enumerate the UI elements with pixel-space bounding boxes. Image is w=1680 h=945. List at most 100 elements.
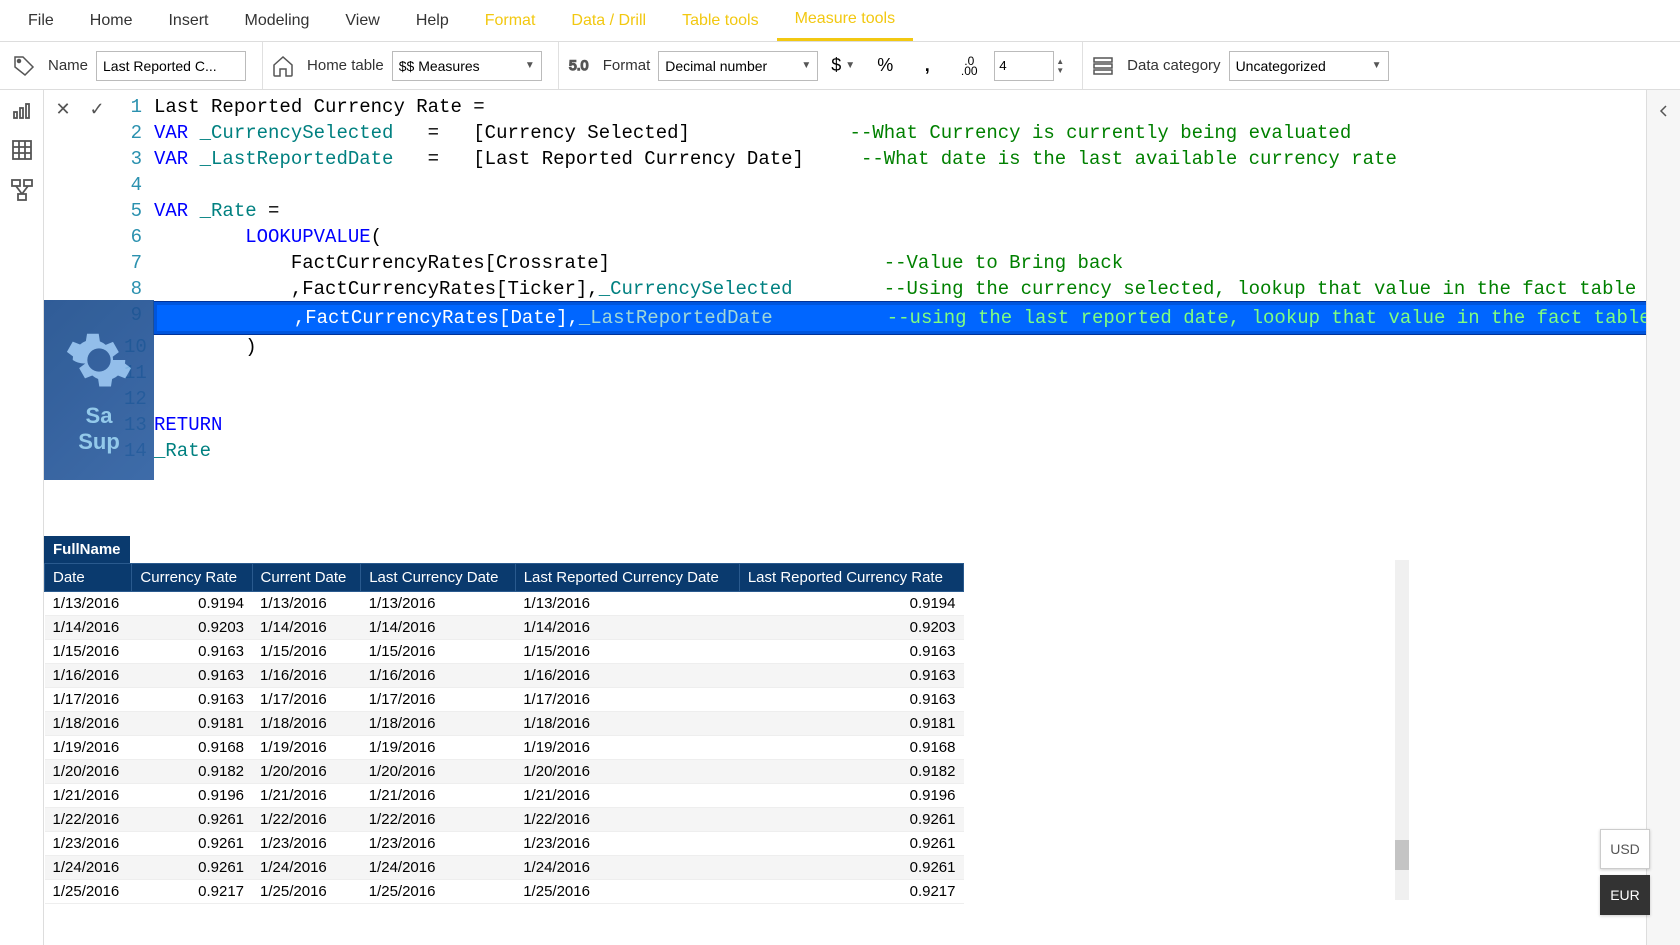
table-cell: 1/16/2016	[515, 664, 739, 688]
code-line[interactable]: 13RETURN	[124, 412, 1672, 438]
ribbon-tab-modeling[interactable]: Modeling	[226, 2, 327, 40]
line-number: 7	[124, 250, 154, 276]
spinner-down-icon[interactable]: ▼	[1056, 66, 1064, 75]
table-cell: 1/24/2016	[515, 856, 739, 880]
code-line[interactable]: 8 ,FactCurrencyRates[Ticker],_CurrencySe…	[124, 276, 1672, 302]
table-cell: 1/15/2016	[361, 640, 516, 664]
report-view-icon[interactable]	[10, 98, 34, 122]
code-line[interactable]: 12	[124, 386, 1672, 412]
line-content: ,FactCurrencyRates[Date],_LastReportedDa…	[154, 302, 1672, 334]
thousands-separator-button[interactable]: ,	[910, 49, 944, 83]
code-line[interactable]: 3VAR _LastReportedDate = [Last Reported …	[124, 146, 1672, 172]
code-line[interactable]: 6 LOOKUPVALUE(	[124, 224, 1672, 250]
ribbon-tab-insert[interactable]: Insert	[150, 2, 226, 40]
data-view-icon[interactable]	[10, 138, 34, 162]
ribbon-tab-help[interactable]: Help	[398, 2, 467, 40]
table-row[interactable]: 1/22/20160.92611/22/20161/22/20161/22/20…	[45, 808, 964, 832]
table-cell: 1/19/2016	[252, 736, 361, 760]
table-row[interactable]: 1/21/20160.91961/21/20161/21/20161/21/20…	[45, 784, 964, 808]
percent-format-button[interactable]: %	[868, 49, 902, 83]
table-cell: 1/23/2016	[361, 832, 516, 856]
right-pane-collapsed[interactable]	[1646, 90, 1680, 945]
table-row[interactable]: 1/25/20160.92171/25/20161/25/20161/25/20…	[45, 880, 964, 904]
code-line[interactable]: 7 FactCurrencyRates[Crossrate] --Value t…	[124, 250, 1672, 276]
code-line[interactable]: 11	[124, 360, 1672, 386]
code-line[interactable]: 5VAR _Rate =	[124, 198, 1672, 224]
table-cell: 0.9203	[132, 616, 252, 640]
commit-formula-button[interactable]: ✓	[84, 96, 110, 122]
format-dropdown[interactable]: Decimal number ▼	[658, 51, 818, 81]
table-cell: 0.9163	[132, 664, 252, 688]
column-header[interactable]: Currency Rate	[132, 564, 252, 592]
line-content: VAR _CurrencySelected = [Currency Select…	[154, 120, 1672, 146]
line-number: 8	[124, 276, 154, 302]
decimals-input[interactable]	[994, 51, 1054, 81]
code-line[interactable]: 10 )	[124, 334, 1672, 360]
table-cell: 1/22/2016	[45, 808, 132, 832]
column-header[interactable]: Current Date	[252, 564, 361, 592]
ribbon-tab-home[interactable]: Home	[72, 2, 151, 40]
measure-name-input[interactable]	[96, 51, 246, 81]
table-cell: 0.9163	[739, 688, 963, 712]
table-row[interactable]: 1/23/20160.92611/23/20161/23/20161/23/20…	[45, 832, 964, 856]
chevron-down-icon: ▼	[1372, 60, 1382, 71]
ribbon-tab-data-drill[interactable]: Data / Drill	[553, 2, 664, 40]
visual-scrollbar-thumb[interactable]	[1395, 840, 1409, 870]
code-line[interactable]: 1Last Reported Currency Rate =	[124, 94, 1672, 120]
line-content: _Rate	[154, 438, 1672, 464]
table-row[interactable]: 1/16/20160.91631/16/20161/16/20161/16/20…	[45, 664, 964, 688]
data-category-dropdown[interactable]: Uncategorized ▼	[1229, 51, 1389, 81]
slicer-option-eur[interactable]: EUR	[1600, 875, 1650, 915]
ribbon-tab-table-tools[interactable]: Table tools	[664, 2, 777, 40]
code-line[interactable]: 14_Rate	[124, 438, 1672, 464]
table-row[interactable]: 1/18/20160.91811/18/20161/18/20161/18/20…	[45, 712, 964, 736]
ribbon-tab-format[interactable]: Format	[467, 2, 554, 40]
ribbon-tab-measure-tools[interactable]: Measure tools	[777, 0, 914, 41]
model-view-icon[interactable]	[10, 178, 34, 202]
decimal-spinner[interactable]: ▲ ▼	[994, 51, 1066, 81]
data-category-value: Uncategorized	[1236, 58, 1326, 74]
name-label: Name	[48, 57, 88, 74]
chevron-down-icon: ▼	[801, 60, 811, 71]
table-row[interactable]: 1/15/20160.91631/15/20161/15/20161/15/20…	[45, 640, 964, 664]
table-cell: 1/24/2016	[252, 856, 361, 880]
table-cell: 0.9182	[132, 760, 252, 784]
svg-text:5.0: 5.0	[569, 57, 589, 73]
column-header[interactable]: Date	[45, 564, 132, 592]
table-row[interactable]: 1/19/20160.91681/19/20161/19/20161/19/20…	[45, 736, 964, 760]
column-header[interactable]: Last Reported Currency Rate	[739, 564, 963, 592]
table-cell: 0.9182	[739, 760, 963, 784]
table-row[interactable]: 1/24/20160.92611/24/20161/24/20161/24/20…	[45, 856, 964, 880]
slicer-option-usd[interactable]: USD	[1600, 829, 1650, 869]
cancel-formula-button[interactable]: ✕	[50, 96, 76, 122]
line-content: VAR _Rate =	[154, 198, 1672, 224]
code-line[interactable]: 2VAR _CurrencySelected = [Currency Selec…	[124, 120, 1672, 146]
table-cell: 0.9217	[739, 880, 963, 904]
table-cell: 0.9181	[739, 712, 963, 736]
table-row[interactable]: 1/17/20160.91631/17/20161/17/20161/17/20…	[45, 688, 964, 712]
data-table: DateCurrency RateCurrent DateLast Curren…	[44, 563, 964, 904]
table-cell: 1/24/2016	[361, 856, 516, 880]
column-header[interactable]: Last Reported Currency Date	[515, 564, 739, 592]
ribbon-tab-view[interactable]: View	[327, 2, 397, 40]
home-table-dropdown[interactable]: $$ Measures ▼	[392, 51, 542, 81]
table-row[interactable]: 1/20/20160.91821/20/20161/20/20161/20/20…	[45, 760, 964, 784]
data-category-label: Data category	[1127, 57, 1220, 74]
visual-scrollbar-track[interactable]	[1395, 560, 1409, 900]
dax-editor[interactable]: 1Last Reported Currency Rate = 2VAR _Cur…	[116, 90, 1680, 468]
table-row[interactable]: 1/13/20160.91941/13/20161/13/20161/13/20…	[45, 592, 964, 616]
line-content: VAR _LastReportedDate = [Last Reported C…	[154, 146, 1672, 172]
spinner-up-icon[interactable]: ▲	[1056, 57, 1064, 66]
table-cell: 1/20/2016	[515, 760, 739, 784]
expand-pane-icon[interactable]	[1649, 96, 1679, 126]
code-line[interactable]: 4	[124, 172, 1672, 198]
table-visual[interactable]: FullName DateCurrency RateCurrent DateLa…	[44, 536, 964, 904]
column-header[interactable]: Last Currency Date	[361, 564, 516, 592]
currency-format-button[interactable]: $▼	[826, 49, 860, 83]
table-row[interactable]: 1/14/20160.92031/14/20161/14/20161/14/20…	[45, 616, 964, 640]
line-content: LOOKUPVALUE(	[154, 224, 1672, 250]
table-cell: 0.9261	[739, 808, 963, 832]
ribbon-tab-file[interactable]: File	[10, 2, 72, 40]
code-line[interactable]: 9 ,FactCurrencyRates[Date],_LastReported…	[124, 302, 1672, 334]
line-number: 6	[124, 224, 154, 250]
